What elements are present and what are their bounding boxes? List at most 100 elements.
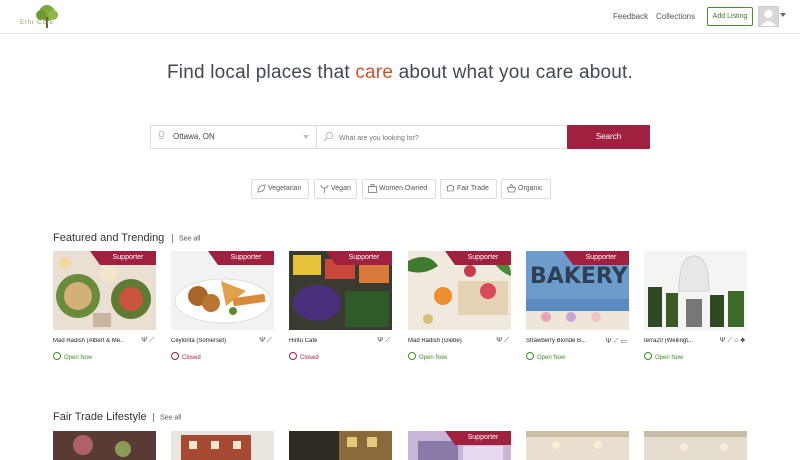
filter-label: Women Owned: [379, 185, 428, 192]
open-status: Open Now: [644, 352, 683, 361]
open-status: Open Now: [526, 352, 565, 361]
divider: [153, 413, 154, 422]
hero-headline: Find local places that care about what y…: [0, 62, 800, 84]
listing-photo[interactable]: [171, 431, 274, 460]
attribute-icons: Ψ ⟋: [377, 337, 390, 345]
leaf-icon: ⟋: [385, 337, 390, 344]
vegan-icon: Ψ: [377, 337, 384, 344]
section-title-fair-trade: Fair Trade Lifestyle: [53, 411, 147, 423]
leaf-icon: ⟋: [504, 337, 509, 344]
chevron-down-icon: [303, 135, 309, 139]
listing-name[interactable]: Strawberry Blonde B...: [526, 338, 596, 344]
listing-name[interactable]: Mad Radish (Albert & Me...: [53, 338, 123, 344]
open-status: Open Now: [408, 352, 447, 361]
avatar[interactable]: [758, 6, 779, 27]
listing-photo[interactable]: [53, 431, 156, 460]
closed-status: Closed: [289, 352, 319, 361]
location-value: Ottawa, ON: [173, 132, 215, 141]
filter-organic[interactable]: Organic: [501, 179, 551, 199]
filter-fair-trade[interactable]: Fair Trade: [440, 179, 497, 199]
open-status: Open Now: [53, 352, 92, 361]
vegan-icon: Ψ: [259, 337, 266, 344]
supporter-badge: Supporter: [563, 251, 629, 265]
see-all-featured-link[interactable]: See all: [172, 234, 200, 243]
vegan-icon: Ψ: [141, 337, 148, 344]
nav-feedback-link[interactable]: Feedback: [613, 12, 648, 21]
listing-name[interactable]: Mad Radish (Glebe): [408, 338, 478, 344]
search-button[interactable]: Search: [567, 125, 650, 149]
clock-icon: [526, 352, 534, 360]
clock-icon: [53, 352, 61, 360]
listing-photo[interactable]: [526, 431, 629, 460]
status-label: Closed: [300, 355, 319, 361]
filter-vegan[interactable]: Vegan: [314, 179, 357, 199]
supporter-badge: Supporter: [208, 251, 274, 265]
add-listing-button[interactable]: Add Listing: [707, 7, 753, 26]
leaf-icon: ⟋: [149, 337, 154, 344]
filter-chips: Vegetarian Vegan Women Owned Fair Trade …: [0, 179, 800, 199]
basket-icon: [507, 184, 516, 193]
see-all-fair-trade-link[interactable]: See all: [153, 413, 181, 422]
briefcase-icon: [368, 184, 377, 193]
logo-text: Ethi Cure: [20, 20, 55, 26]
leaf-icon: ⟋: [613, 338, 619, 345]
filter-label: Fair Trade: [457, 185, 489, 192]
tree-logo-icon[interactable]: [32, 4, 62, 30]
clock-icon: [171, 352, 179, 360]
user-silhouette-icon: [761, 10, 776, 26]
closed-status: Closed: [171, 352, 201, 361]
svg-text:BAKERY: BAKERY: [530, 264, 629, 289]
search-input[interactable]: [337, 129, 561, 147]
filter-vegetarian[interactable]: Vegetarian: [251, 179, 309, 199]
listing-photo[interactable]: [289, 431, 392, 460]
filter-label: Vegetarian: [268, 185, 302, 192]
attribute-icons: Ψ ⟋: [259, 337, 272, 345]
supporter-badge: Supporter: [445, 431, 511, 445]
briefcase-icon: ▭: [620, 338, 627, 345]
leaf-icon: ⟋: [727, 337, 733, 344]
basket-icon: ⌂: [734, 337, 739, 344]
vegan-sprout-icon: [320, 184, 329, 193]
chevron-down-icon[interactable]: [780, 13, 786, 17]
status-label: Open Now: [655, 355, 684, 361]
filter-label: Vegan: [331, 185, 351, 192]
handshake-icon: [446, 184, 455, 192]
listing-name[interactable]: Ceylonta (Somerset): [171, 338, 241, 344]
status-label: Closed: [182, 355, 201, 361]
vegan-icon: Ψ: [605, 338, 612, 345]
top-nav-bar: Ethi Cure Feedback Collections Add Listi…: [0, 0, 800, 34]
clock-icon: [408, 352, 416, 360]
search-icon: [323, 131, 334, 142]
divider: [172, 234, 173, 243]
leaf-icon: ⟋: [267, 337, 272, 344]
supporter-badge: Supporter: [445, 251, 511, 265]
hero-text-end: about what you care about.: [393, 62, 634, 83]
location-pin-icon: [158, 131, 165, 139]
tree-icon: ♣: [740, 337, 745, 344]
attribute-icons: Ψ ⟋ ⌂ ♣: [720, 337, 745, 345]
leaf-icon: [257, 184, 266, 193]
listing-name[interactable]: Hintu Cafe: [289, 338, 359, 344]
listing-photo[interactable]: [644, 251, 747, 330]
status-label: Open Now: [64, 355, 93, 361]
listing-photo[interactable]: [644, 431, 747, 460]
vegan-icon: Ψ: [719, 337, 726, 344]
listing-name[interactable]: terra20 (Wellingt...: [644, 338, 714, 344]
see-all-label: See all: [160, 414, 182, 422]
hero-text-start: Find local places that: [166, 62, 356, 83]
status-label: Open Now: [537, 355, 566, 361]
filter-women-owned[interactable]: Women Owned: [362, 179, 436, 199]
nav-collections-link[interactable]: Collections: [656, 12, 695, 21]
attribute-icons: Ψ ⟋ ▭: [606, 337, 627, 346]
section-title-featured: Featured and Trending: [53, 232, 165, 244]
supporter-badge: Supporter: [326, 251, 392, 265]
clock-icon: [644, 352, 652, 360]
supporter-badge: Supporter: [90, 251, 156, 265]
attribute-icons: Ψ ⟋: [496, 337, 509, 345]
search-field[interactable]: [316, 125, 568, 149]
location-select[interactable]: Ottawa, ON: [150, 125, 317, 149]
see-all-label: See all: [179, 235, 201, 243]
search-bar: Ottawa, ON Search: [150, 125, 650, 149]
filter-label: Organic: [518, 185, 543, 192]
status-label: Open Now: [419, 355, 448, 361]
